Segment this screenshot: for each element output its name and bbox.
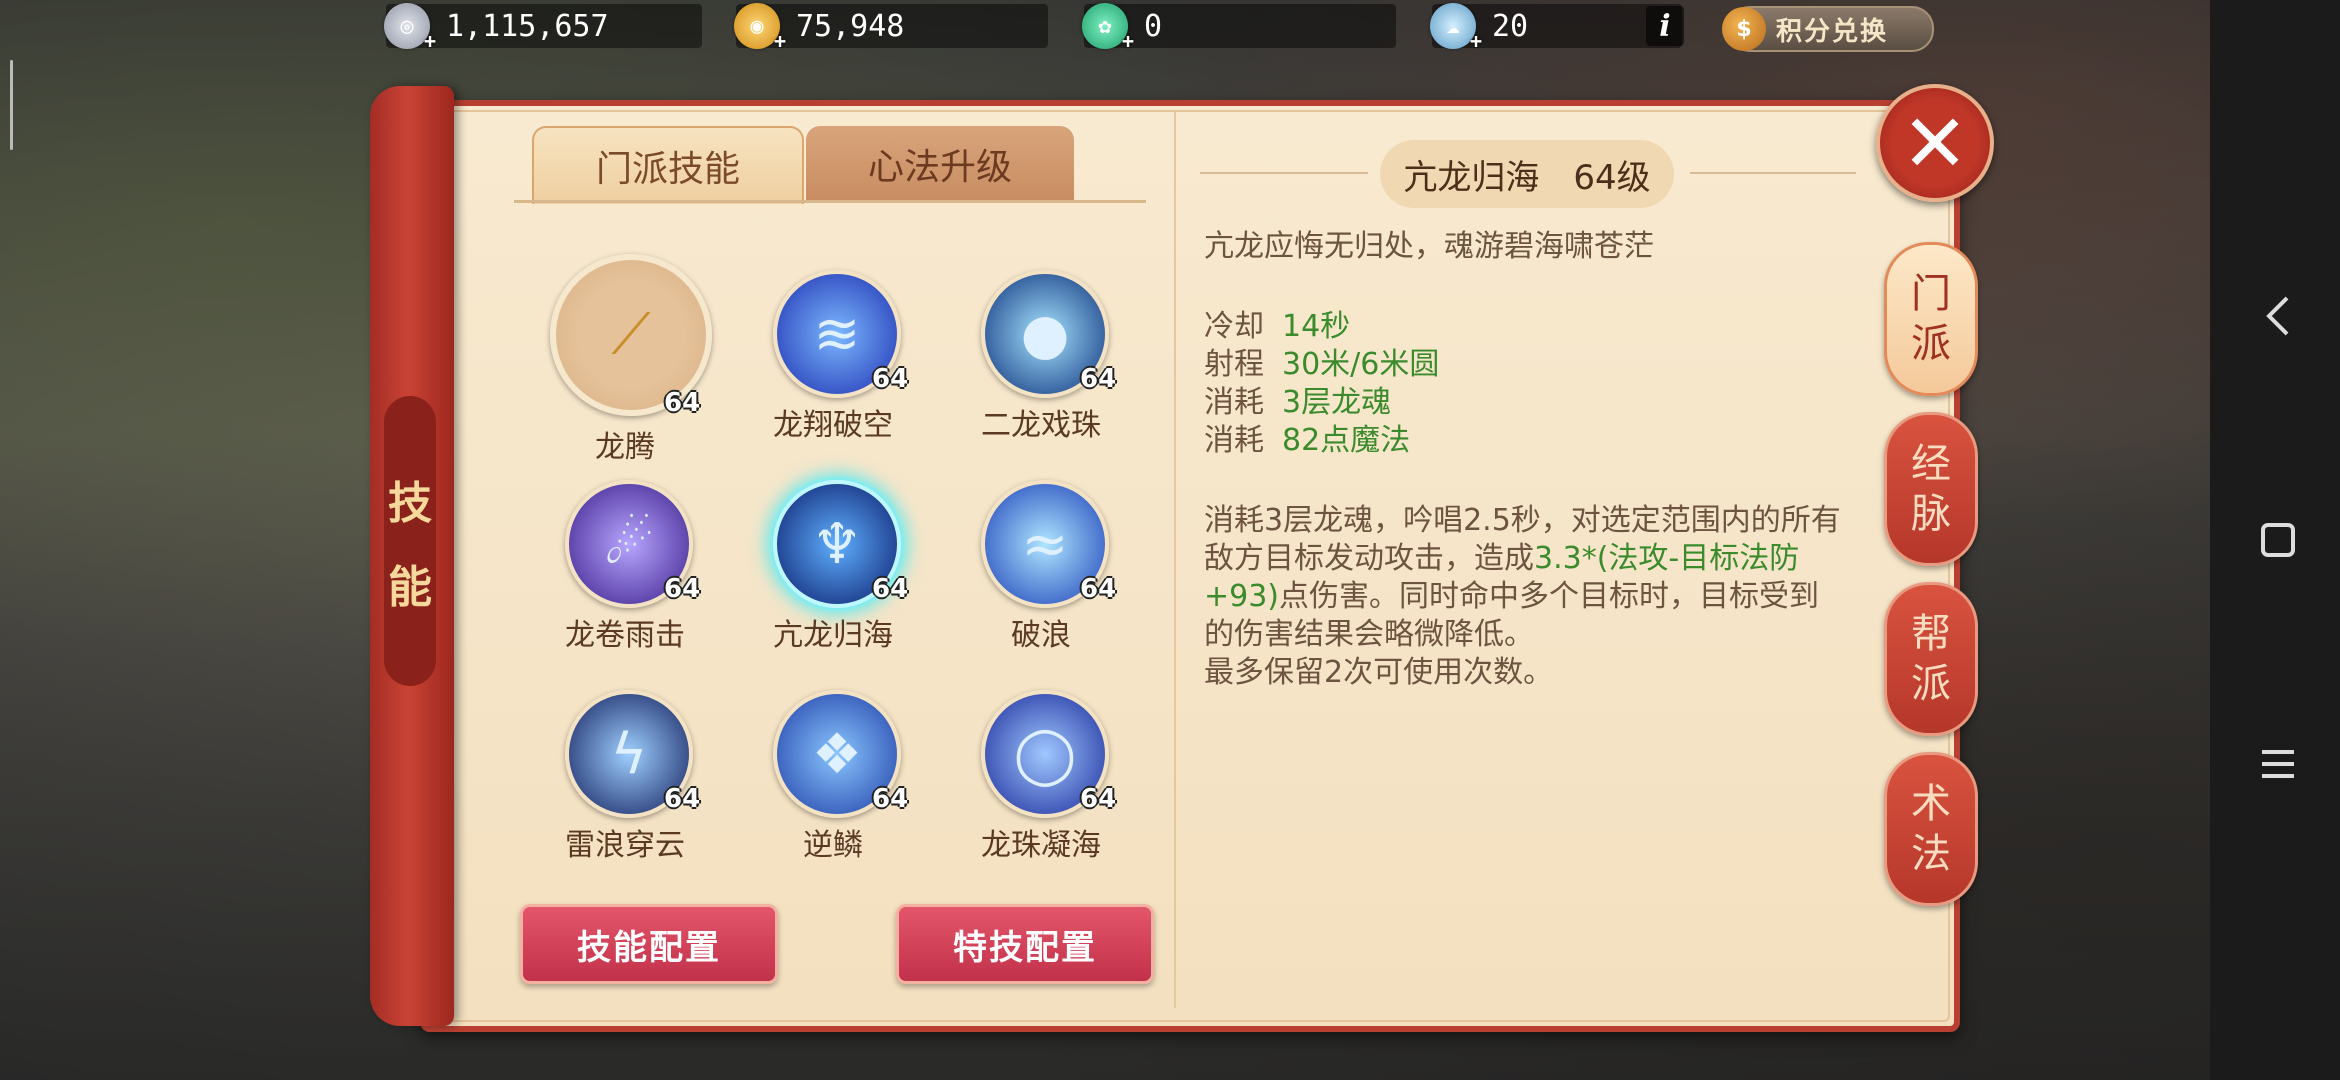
- skill-level: 64: [872, 574, 909, 604]
- skill-level: 64: [872, 784, 909, 814]
- close-icon: ✕: [1901, 96, 1969, 190]
- tab-underline: [514, 200, 1146, 203]
- close-button[interactable]: ✕: [1876, 84, 1994, 202]
- stat-value: 82点魔法: [1282, 423, 1411, 458]
- stat-value: 14秒: [1282, 309, 1351, 344]
- jade-resource[interactable]: ✿ + 0: [1082, 3, 1396, 53]
- stat-row: 射程 30米/6米圆: [1204, 346, 1844, 384]
- skill-item[interactable]: ≈ 64 破浪: [956, 470, 1126, 660]
- side-tab-char: 法: [1911, 831, 1951, 877]
- panel-divider: [1174, 112, 1176, 1008]
- detail-skill-name: 亢龙归海: [1403, 157, 1540, 198]
- tab-sect-skills[interactable]: 门派技能: [532, 126, 804, 204]
- silver-resource[interactable]: ◎ + 1,115,657: [384, 3, 702, 53]
- skill-detail-body: 亢龙应悔无归处，魂游碧海啸苍茫 冷却 14秒 射程 30米/6米圆 消耗 3层龙…: [1204, 228, 1844, 692]
- gold-value: 75,948: [796, 8, 905, 44]
- side-tab-char: 派: [1911, 661, 1951, 707]
- skill-name: 龙翔破空: [773, 408, 893, 443]
- skill-item[interactable]: ◯ 64 龙珠凝海: [956, 680, 1126, 870]
- gem-value: 20: [1492, 8, 1529, 44]
- skill-grid: ⟋ 64 龙腾 ≋ 64 龙翔破空 ● 64 二龙戏珠 ☄ 64 龙卷雨击 ♆ …: [540, 254, 1140, 880]
- desc-text: 点伤害。同时命中多个目标时，目标受到的伤害结果会略微降低。: [1204, 579, 1820, 652]
- skill-item[interactable]: ≋ 64 龙翔破空: [748, 260, 918, 450]
- title-deco-right: [1690, 172, 1856, 174]
- skill-description: 消耗3层龙魂，吟唱2.5秒，对选定范围内的所有敌方目标发动攻击，造成3.3*(法…: [1204, 502, 1844, 654]
- panel-title-char: 能: [388, 562, 432, 613]
- skill-level: 64: [1080, 364, 1117, 394]
- stat-key: 射程: [1204, 347, 1264, 382]
- jade-icon: ✿ +: [1082, 3, 1134, 53]
- skill-name: 破浪: [1011, 618, 1071, 653]
- silver-value: 1,115,657: [446, 8, 609, 44]
- skill-item[interactable]: ϟ 64 雷浪穿云: [540, 680, 710, 870]
- side-tab-char: 门: [1911, 271, 1951, 317]
- skill-item-selected[interactable]: ♆ 64 亢龙归海: [748, 470, 918, 660]
- edge-handle[interactable]: [10, 60, 13, 150]
- back-nav-icon[interactable]: [2250, 288, 2306, 344]
- stat-row: 消耗 3层龙魂: [1204, 384, 1844, 422]
- scroll-rod: 技 能: [370, 86, 454, 1026]
- side-tab-spells[interactable]: 术 法: [1884, 752, 1978, 906]
- skill-level: 64: [664, 784, 701, 814]
- side-tab-guild[interactable]: 帮 派: [1884, 582, 1978, 736]
- skill-name: 逆鳞: [803, 828, 863, 863]
- skill-detail-title: 亢龙归海 64级: [1380, 140, 1674, 208]
- skill-level: 64: [1080, 574, 1117, 604]
- detail-skill-level: 64级: [1573, 157, 1651, 198]
- points-exchange-label: 积分兑换: [1776, 16, 1889, 47]
- skill-name: 龙珠凝海: [981, 828, 1101, 863]
- stat-row: 消耗 82点魔法: [1204, 422, 1844, 460]
- gem-resource[interactable]: ☁ + 20: [1430, 3, 1682, 53]
- skill-item[interactable]: ⟋ 64 龙腾: [540, 254, 712, 465]
- skill-item[interactable]: ☄ 64 龙卷雨击: [540, 470, 710, 660]
- side-tab-char: 帮: [1911, 611, 1951, 657]
- tab-mind-upgrade[interactable]: 心法升级: [806, 126, 1074, 202]
- side-tab-sect[interactable]: 门 派: [1884, 242, 1978, 396]
- cloud-gem-icon: ☁ +: [1430, 3, 1482, 53]
- skill-name: 龙卷雨击: [565, 618, 685, 653]
- stat-value: 3层龙魂: [1282, 385, 1392, 420]
- skill-config-button[interactable]: 技能配置: [520, 904, 778, 984]
- category-side-tabs: 门 派 经 脉 帮 派 术 法: [1884, 232, 1984, 912]
- gold-coin-icon: ◉ +: [734, 3, 786, 53]
- skill-name: 亢龙归海: [773, 618, 893, 653]
- stat-value: 30米/6米圆: [1282, 347, 1440, 382]
- side-tab-char: 术: [1911, 781, 1951, 827]
- side-tab-meridian[interactable]: 经 脉: [1884, 412, 1978, 566]
- panel-title-vertical: 技 能: [384, 396, 436, 686]
- jade-value: 0: [1144, 8, 1163, 44]
- home-nav-icon[interactable]: [2250, 512, 2306, 568]
- skill-item[interactable]: ● 64 二龙戏珠: [956, 260, 1126, 450]
- money-bag-icon: $: [1722, 7, 1766, 51]
- skill-level: 64: [664, 388, 701, 418]
- stat-key: 冷却: [1204, 309, 1264, 344]
- panel-title-char: 技: [388, 478, 432, 529]
- points-exchange-button[interactable]: $ 积分兑换: [1722, 6, 1934, 52]
- recents-nav-icon[interactable]: [2250, 736, 2306, 792]
- side-tab-char: 经: [1911, 441, 1951, 487]
- skill-level: 64: [872, 364, 909, 394]
- skill-motto: 亢龙应悔无归处，魂游碧海啸苍茫: [1204, 229, 1654, 264]
- skill-item[interactable]: ❖ 64 逆鳞: [748, 680, 918, 870]
- title-deco-left: [1200, 172, 1368, 174]
- skill-name: 雷浪穿云: [565, 828, 685, 863]
- side-tab-char: 脉: [1911, 491, 1951, 537]
- stat-key: 消耗: [1204, 423, 1264, 458]
- silver-coin-icon: ◎ +: [384, 3, 436, 53]
- skill-level: 64: [664, 574, 701, 604]
- stat-row: 冷却 14秒: [1204, 308, 1844, 346]
- info-button[interactable]: i: [1646, 6, 1684, 46]
- skill-name: 龙腾: [595, 430, 655, 465]
- skill-charges-note: 最多保留2次可使用次数。: [1204, 655, 1554, 690]
- gold-resource[interactable]: ◉ + 75,948: [734, 3, 1048, 53]
- skill-level: 64: [1080, 784, 1117, 814]
- stat-key: 消耗: [1204, 385, 1264, 420]
- side-tab-char: 派: [1911, 321, 1951, 367]
- skill-name: 二龙戏珠: [981, 408, 1101, 443]
- special-skill-config-button[interactable]: 特技配置: [896, 904, 1154, 984]
